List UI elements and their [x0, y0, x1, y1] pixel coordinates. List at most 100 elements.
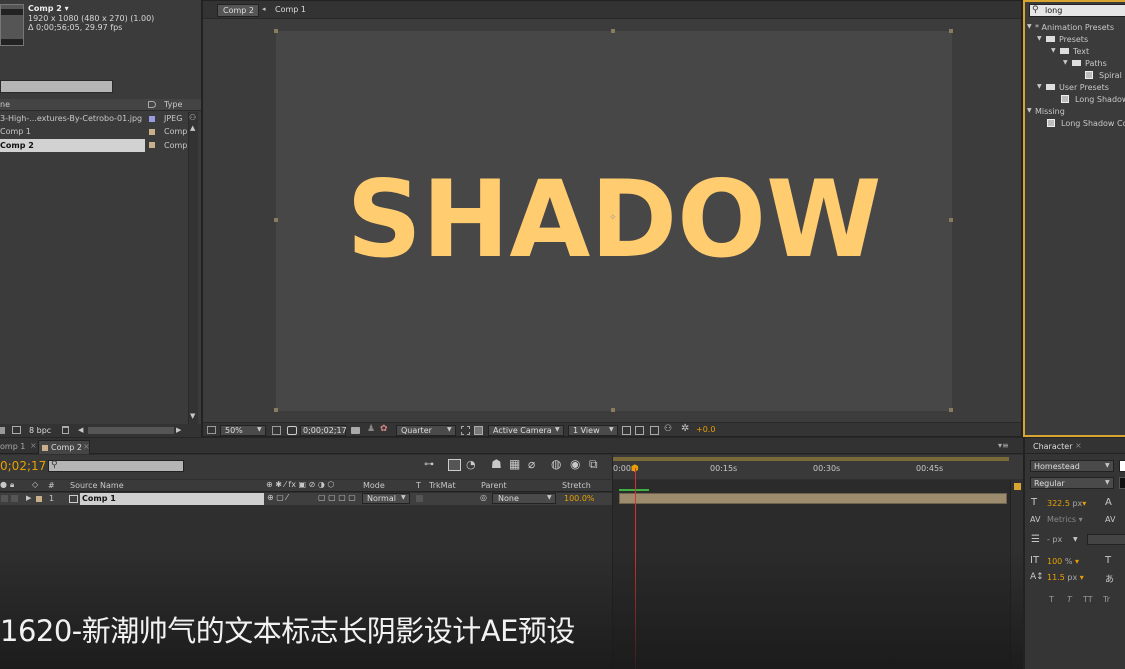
preserve-transparency-toggle[interactable]	[416, 495, 423, 502]
new-folder-icon[interactable]	[12, 426, 21, 434]
layer-row[interactable]: ▶ 1 Comp 1 ⊕ ▢ ⁄ ▢ ▢ ▢ ▢ Normal ▼ ◎ None…	[0, 493, 612, 505]
graph-editor-icon[interactable]: ◍	[551, 457, 561, 471]
transform-handle[interactable]	[274, 408, 278, 412]
tab-close-icon[interactable]: ×	[83, 442, 90, 451]
faux-italic-button[interactable]: T	[1067, 595, 1072, 604]
stroke-color-swatch[interactable]	[1119, 477, 1125, 489]
label-tag-icon[interactable]: ◇	[32, 480, 38, 489]
tab-close-icon[interactable]: ×	[1075, 441, 1082, 450]
visibility-eye-icon[interactable]: ●	[0, 480, 7, 489]
grid-icon[interactable]	[272, 426, 281, 435]
effects-search-input[interactable]: ⚲ long	[1029, 4, 1125, 17]
expand-arrow-icon[interactable]: ▼	[1037, 35, 1042, 42]
col-source-name[interactable]: Source Name	[70, 481, 124, 490]
current-time[interactable]: 0;02;17	[0, 459, 46, 473]
interpret-footage-icon[interactable]	[0, 427, 5, 434]
transform-handle[interactable]	[274, 218, 278, 222]
label-color-swatch[interactable]	[149, 142, 155, 148]
tab-comp-1[interactable]: omp 1	[0, 442, 25, 451]
parent-dropdown[interactable]: None ▼	[492, 493, 556, 504]
zoom-dropdown[interactable]: 50% ▼	[220, 425, 266, 436]
col-stretch[interactable]: Stretch	[562, 481, 591, 490]
region-of-interest-icon[interactable]	[461, 426, 470, 435]
layer-switches-2[interactable]: ▢ ▢ ▢ ▢	[318, 493, 356, 502]
time-ruler[interactable]: 0:00s 00:15s 00:30s 00:45s ⬢	[612, 455, 1010, 479]
layer-search-input[interactable]: ⚲	[48, 460, 184, 472]
tab-comp-2[interactable]: Comp 2	[217, 4, 259, 17]
mask-visibility-icon[interactable]	[287, 426, 297, 435]
motion-blur-icon[interactable]: ▦	[509, 457, 520, 471]
horizontal-scrollbar[interactable]	[88, 427, 174, 434]
anchor-point-icon[interactable]: ✧	[609, 213, 617, 223]
expand-arrow-icon[interactable]: ▼	[1051, 47, 1056, 54]
views-dropdown[interactable]: 1 View ▼	[568, 425, 618, 436]
transform-handle[interactable]	[611, 408, 615, 412]
brainstorm-icon[interactable]: ⌀	[528, 457, 535, 471]
tab-character[interactable]: Character	[1033, 442, 1073, 451]
col-type-label[interactable]: Type	[164, 100, 182, 109]
trash-icon[interactable]	[62, 426, 69, 434]
baseline-value[interactable]: 11.5 px ▾	[1047, 573, 1084, 582]
comp-name[interactable]: Comp 2 ▾	[28, 4, 69, 13]
label-color-swatch[interactable]	[149, 129, 155, 135]
project-search-input[interactable]	[0, 80, 113, 93]
stretch-value[interactable]: 100.0%	[564, 494, 595, 503]
baseline-number[interactable]: 11.5	[1047, 573, 1065, 582]
color-channel-icon[interactable]: ✿	[380, 424, 388, 434]
col-mode[interactable]: Mode	[363, 481, 385, 490]
tab-close-icon[interactable]: ×	[30, 441, 37, 450]
mode-dropdown[interactable]: Normal ▼	[362, 493, 410, 504]
list-item[interactable]: Comp 1 Comp	[0, 126, 190, 138]
transform-handle[interactable]	[949, 408, 953, 412]
fill-color-swatch[interactable]	[1119, 460, 1125, 472]
label-tag-icon[interactable]	[148, 101, 156, 108]
kerning-value[interactable]: Metrics ▾	[1047, 515, 1083, 524]
transform-handle[interactable]	[949, 29, 953, 33]
lock-icon[interactable]: 🔒︎	[10, 480, 14, 490]
timecode-field[interactable]: 0;00;02;17	[300, 425, 347, 436]
stroke-style-dropdown[interactable]	[1087, 534, 1125, 545]
solo-toggle[interactable]	[11, 495, 18, 502]
faux-bold-button[interactable]: T	[1049, 595, 1054, 604]
comp-navigator-icon[interactable]: ⧉	[589, 457, 598, 472]
tab-comp-2[interactable]: Comp 2 ×	[38, 440, 90, 454]
tab-comp-1[interactable]: Comp 1	[275, 5, 306, 14]
resolution-dropdown[interactable]: Quarter ▼	[396, 425, 456, 436]
font-size-number[interactable]: 322.5	[1047, 499, 1070, 508]
camera-dropdown[interactable]: Active Camera ▼	[488, 425, 564, 436]
label-color-swatch[interactable]	[149, 116, 155, 122]
col-name-label[interactable]: ne	[0, 100, 10, 109]
font-family-dropdown[interactable]: Homestead ▼	[1030, 460, 1114, 472]
list-item[interactable]: 3-High-...extures-By-Cetrobo-01.jpg JPEG	[0, 113, 190, 125]
expand-arrow-icon[interactable]: ▼	[1027, 107, 1032, 114]
label-color-swatch[interactable]	[36, 496, 42, 502]
toggle-pixel-aspect-icon[interactable]	[622, 426, 631, 435]
always-preview-icon[interactable]	[207, 426, 216, 434]
shy-layers-icon[interactable]: ◔	[466, 458, 476, 471]
expand-arrow-icon[interactable]: ▼	[1027, 23, 1032, 30]
col-parent[interactable]: Parent	[481, 481, 507, 490]
col-trkmat[interactable]: TrkMat	[429, 481, 456, 490]
layer-name-field[interactable]: Comp 1	[80, 493, 264, 505]
person-icon[interactable]: ♟	[367, 424, 375, 434]
transparency-grid-icon[interactable]	[474, 426, 483, 435]
project-scrollbar[interactable]: ⚇ ▲ ▼	[188, 112, 198, 424]
expand-arrow-icon[interactable]: ▼	[1037, 83, 1042, 90]
mini-flowchart-icon[interactable]: ⊶	[424, 459, 434, 470]
network-icon[interactable]: ⚇	[189, 113, 196, 122]
transform-handle[interactable]	[274, 29, 278, 33]
video-toggle[interactable]	[1, 495, 8, 502]
list-item-selected[interactable]: Comp 2 Comp	[0, 139, 190, 152]
transform-handle[interactable]	[611, 29, 615, 33]
panel-menu-icon[interactable]: ▾≡	[998, 441, 1009, 450]
all-caps-button[interactable]: TT	[1083, 595, 1093, 604]
transform-handle[interactable]	[949, 218, 953, 222]
expand-arrow-icon[interactable]: ▶	[26, 494, 31, 502]
auto-keyframe-icon[interactable]: ◉	[570, 457, 580, 471]
chevron-down-icon[interactable]: ▼	[1073, 536, 1078, 543]
scroll-down-icon[interactable]: ▼	[190, 412, 195, 420]
frame-blending-icon[interactable]: ☗	[491, 457, 502, 471]
small-caps-button[interactable]: Tr	[1103, 595, 1110, 604]
scroll-left-icon[interactable]: ◀	[78, 426, 83, 434]
layer-switches[interactable]: ⊕ ▢ ⁄	[267, 493, 288, 502]
